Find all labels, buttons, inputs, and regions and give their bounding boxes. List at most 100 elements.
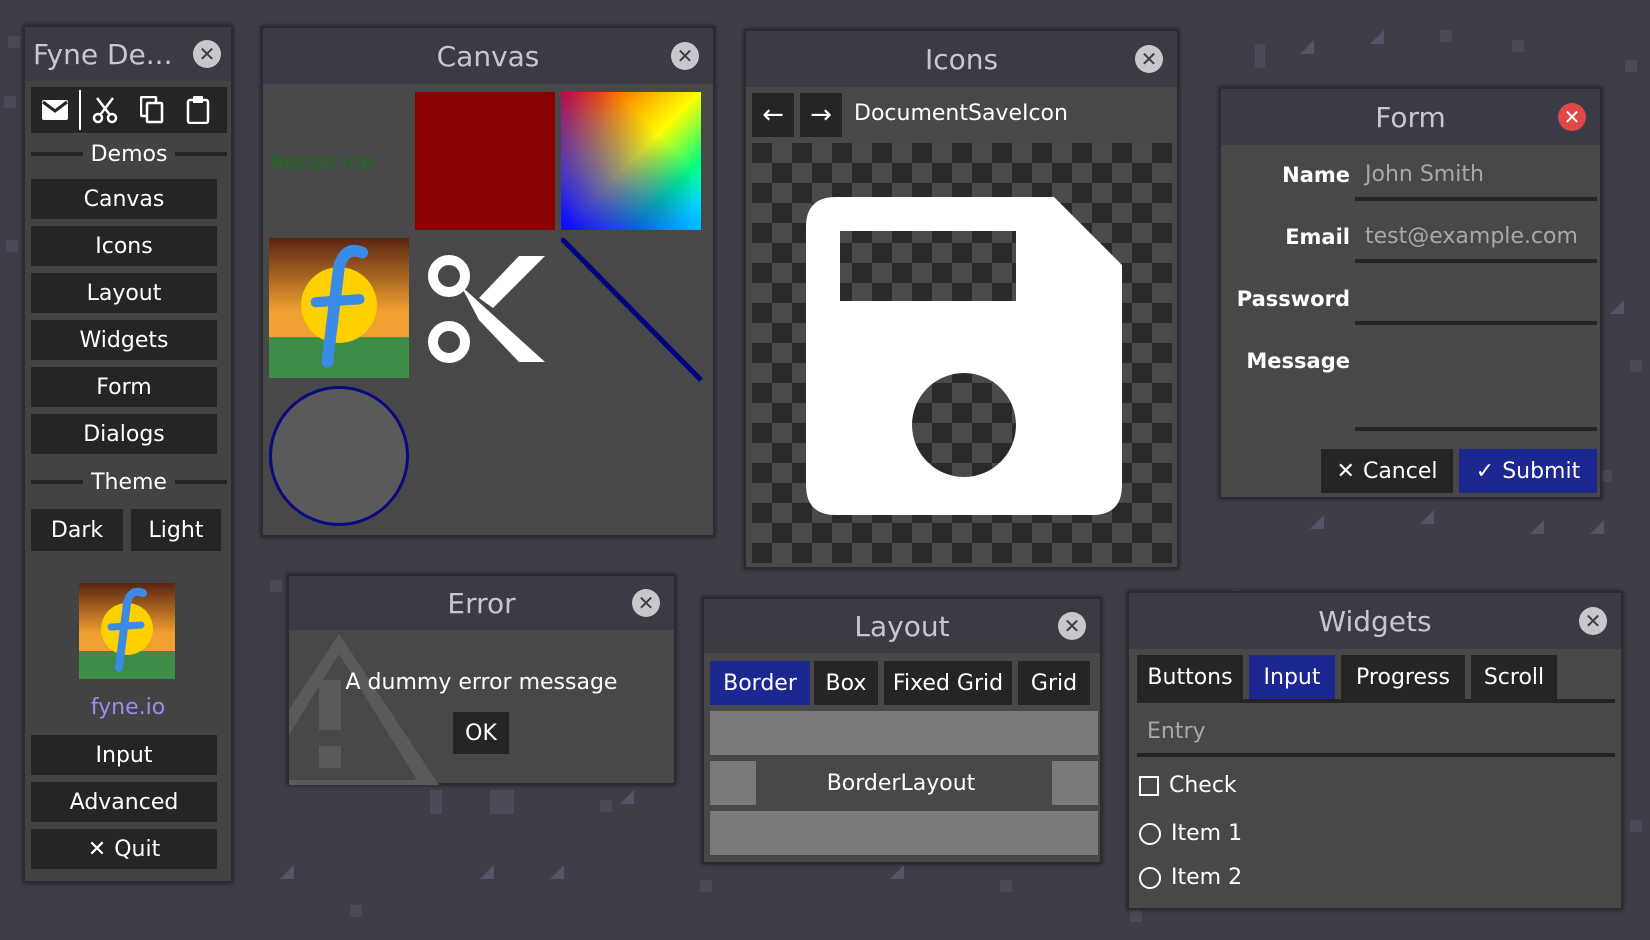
demo-form-button[interactable]: Form xyxy=(31,367,217,407)
demo-canvas-button[interactable]: Canvas xyxy=(31,179,217,219)
canvas-titlebar[interactable]: Canvas ✕ xyxy=(263,28,713,84)
name-label: Name xyxy=(1282,163,1350,187)
main-toolbar xyxy=(31,87,227,133)
tab-border[interactable]: Border xyxy=(710,661,810,705)
tab-buttons[interactable]: Buttons xyxy=(1137,655,1243,699)
icon-name-label: DocumentSaveIcon xyxy=(854,101,1068,126)
password-input[interactable] xyxy=(1355,275,1597,325)
email-label: Email xyxy=(1285,225,1350,249)
blue-circle xyxy=(269,386,409,526)
arrow-forward-icon[interactable]: → xyxy=(800,93,842,137)
canvas-window: Canvas ✕ Resize me xyxy=(261,26,715,537)
document-save-icon xyxy=(806,197,1122,515)
widgets-title: Widgets xyxy=(1318,604,1432,638)
layout-bottom-region xyxy=(710,811,1098,855)
canvas-title: Canvas xyxy=(436,39,540,73)
demo-layout-button[interactable]: Layout xyxy=(31,273,217,313)
close-icon: ✕ xyxy=(1336,458,1355,484)
cut-icon[interactable] xyxy=(81,96,129,124)
red-rectangle xyxy=(415,92,555,230)
cancel-label: Cancel xyxy=(1362,458,1438,484)
error-titlebar[interactable]: Error ✕ xyxy=(289,576,674,630)
form-titlebar[interactable]: Form ✕ xyxy=(1221,89,1600,145)
cancel-button[interactable]: ✕ Cancel xyxy=(1321,449,1453,493)
submit-label: Submit xyxy=(1502,458,1581,484)
radio-icon[interactable] xyxy=(1139,866,1161,889)
input-button[interactable]: Input xyxy=(31,735,217,775)
layout-window: Layout ✕ Border Box Fixed Grid Grid Bord… xyxy=(702,597,1102,864)
email-input[interactable]: test@example.com xyxy=(1355,213,1597,263)
error-title: Error xyxy=(447,586,516,620)
fyne-logo-image xyxy=(269,238,409,378)
message-textarea[interactable] xyxy=(1355,337,1597,431)
copy-icon[interactable] xyxy=(129,96,175,124)
main-window-titlebar[interactable]: Fyne De... ✕ xyxy=(25,27,231,81)
close-icon: ✕ xyxy=(87,836,107,862)
tab-fixed-grid[interactable]: Fixed Grid xyxy=(884,661,1012,705)
tab-box[interactable]: Box xyxy=(814,661,878,705)
close-icon[interactable]: ✕ xyxy=(193,40,221,68)
radio-label-1: Item 1 xyxy=(1171,821,1243,846)
check-widget[interactable]: Check xyxy=(1139,773,1237,798)
demo-dialogs-button[interactable]: Dialogs xyxy=(31,414,217,454)
message-label: Message xyxy=(1246,349,1350,373)
quit-label: Quit xyxy=(114,836,161,862)
icon-preview xyxy=(752,143,1172,563)
tab-progress[interactable]: Progress xyxy=(1341,655,1465,699)
demo-widgets-button[interactable]: Widgets xyxy=(31,320,217,360)
layout-left-region xyxy=(710,761,756,805)
demos-separator: Demos xyxy=(31,139,227,169)
error-window: Error ✕ A dummy error message OK xyxy=(287,574,676,785)
checkbox-icon[interactable] xyxy=(1139,775,1159,796)
icons-window: Icons ✕ ← → DocumentSaveIcon xyxy=(744,29,1179,569)
tab-grid[interactable]: Grid xyxy=(1018,661,1090,705)
fyne-link[interactable]: fyne.io xyxy=(25,695,231,720)
icons-titlebar[interactable]: Icons ✕ xyxy=(746,31,1177,87)
widgets-titlebar[interactable]: Widgets ✕ xyxy=(1129,593,1621,649)
demos-header: Demos xyxy=(90,141,168,167)
theme-header: Theme xyxy=(91,469,167,495)
close-icon[interactable]: ✕ xyxy=(1058,612,1086,640)
entry-input[interactable]: Entry xyxy=(1137,709,1615,757)
ok-button[interactable]: OK xyxy=(453,712,509,754)
arrow-back-icon[interactable]: ← xyxy=(752,93,794,137)
tab-input[interactable]: Input xyxy=(1249,655,1335,699)
icons-title: Icons xyxy=(924,42,999,76)
widgets-window: Widgets ✕ Buttons Input Progress Scroll … xyxy=(1127,591,1623,910)
quit-button[interactable]: ✕ Quit xyxy=(31,829,217,869)
layout-top-region xyxy=(710,711,1098,755)
radio-icon[interactable] xyxy=(1139,822,1161,845)
resize-me-text: Resize me xyxy=(271,150,374,174)
theme-separator: Theme xyxy=(31,467,227,497)
close-icon[interactable]: ✕ xyxy=(671,42,699,70)
close-icon[interactable]: ✕ xyxy=(632,589,660,617)
layout-title: Layout xyxy=(854,609,950,643)
form-window: Form ✕ Name John Smith Email test@exampl… xyxy=(1219,87,1602,499)
layout-titlebar[interactable]: Layout ✕ xyxy=(704,599,1100,653)
radio-label-2: Item 2 xyxy=(1171,865,1243,890)
submit-button[interactable]: ✓ Submit xyxy=(1459,449,1597,493)
error-message: A dummy error message xyxy=(345,670,618,695)
radio-item-1[interactable]: Item 1 xyxy=(1139,821,1242,846)
advanced-button[interactable]: Advanced xyxy=(31,782,217,822)
cut-icon xyxy=(427,250,547,372)
main-window-title: Fyne De... xyxy=(33,37,173,71)
mail-icon[interactable] xyxy=(31,100,79,120)
close-icon[interactable]: ✕ xyxy=(1558,103,1586,131)
main-window: Fyne De... ✕ Demos Canvas Icons Layout W… xyxy=(23,25,233,883)
theme-dark-button[interactable]: Dark xyxy=(31,509,123,551)
close-icon[interactable]: ✕ xyxy=(1135,45,1163,73)
radio-item-2[interactable]: Item 2 xyxy=(1139,865,1242,890)
password-label: Password xyxy=(1236,287,1350,311)
layout-center-label: BorderLayout xyxy=(826,770,976,796)
paste-icon[interactable] xyxy=(175,96,221,124)
tab-scroll[interactable]: Scroll xyxy=(1471,655,1557,699)
tab-underline xyxy=(1137,699,1615,703)
blue-line xyxy=(561,238,703,382)
name-input[interactable]: John Smith xyxy=(1355,151,1597,201)
check-label: Check xyxy=(1169,773,1237,798)
close-icon[interactable]: ✕ xyxy=(1579,607,1607,635)
theme-light-button[interactable]: Light xyxy=(131,509,221,551)
form-title: Form xyxy=(1375,100,1446,134)
demo-icons-button[interactable]: Icons xyxy=(31,226,217,266)
